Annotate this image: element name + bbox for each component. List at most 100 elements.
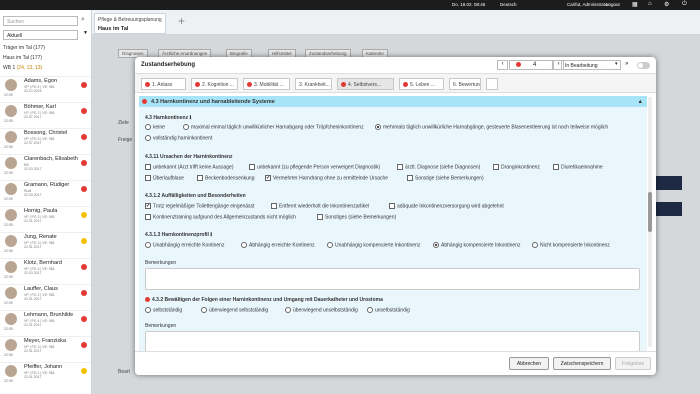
dialog-tab[interactable]: 6. Bewertung bbox=[449, 78, 481, 90]
settings-icon[interactable]: ⚙ bbox=[664, 1, 669, 8]
tree-house[interactable]: Haus im Tal (177) bbox=[3, 55, 42, 61]
option[interactable]: Entfernt wiederholt die Inkontinenzartik… bbox=[271, 203, 369, 209]
option[interactable]: adäquate Inkontinenzversorgung wird abge… bbox=[389, 203, 504, 209]
option[interactable]: Sonstige (siehe Bemerkungen) bbox=[407, 175, 484, 181]
radio-button[interactable] bbox=[145, 307, 151, 313]
option[interactable]: Diuretikaeinnahme bbox=[553, 164, 603, 170]
option[interactable]: selbstständig bbox=[145, 307, 182, 313]
search-icon[interactable]: ⌕ bbox=[81, 16, 85, 24]
checkbox[interactable] bbox=[249, 164, 255, 170]
search-input[interactable]: Suchen bbox=[3, 16, 78, 26]
resident-list-item[interactable]: Clarenbach, Elisabeth Elli 22.03.2017 22:05 bbox=[0, 154, 91, 176]
checkbox[interactable] bbox=[145, 214, 151, 220]
tree-ward[interactable]: WB 1 (24, 13, 13) bbox=[3, 65, 42, 71]
resident-list-item[interactable]: Bossong, Christel VP | PG 3 | VE: 981 22.0… bbox=[0, 128, 91, 150]
tab-care-planning[interactable]: Pflege & Betreuungsplanung Haus im Tal bbox=[94, 13, 166, 34]
add-tab-icon[interactable]: + bbox=[178, 14, 185, 28]
radio-button[interactable] bbox=[183, 124, 189, 130]
chevron-down-icon[interactable]: ▾ bbox=[615, 61, 618, 67]
resident-list-item[interactable]: Meyer, Franziska VP | PG 3 | VE: 981 22.01… bbox=[0, 336, 91, 358]
collapse-icon[interactable]: » bbox=[625, 61, 628, 67]
resident-list-item[interactable]: Jung, Renate VP | PG 3 | VE: 981 22.01.201… bbox=[0, 232, 91, 254]
radio-button[interactable] bbox=[367, 307, 373, 313]
filter-select[interactable]: Aktuell bbox=[3, 30, 78, 40]
option[interactable]: vollständig harninkontinent bbox=[145, 135, 212, 141]
option[interactable]: ✔ Vermehrter Harndrang ohne zu ermittelnd… bbox=[265, 175, 388, 181]
dialog-tab[interactable]: 1. Anlass bbox=[141, 78, 186, 90]
radio-button[interactable] bbox=[241, 242, 247, 248]
section-header[interactable]: 4.3 Harnkontinenz und harnableitende Sys… bbox=[139, 96, 647, 107]
resident-list-item[interactable]: Böhmer, Karl VP | PG 2 | VE: 981 22.07.201… bbox=[0, 102, 91, 124]
radio-button[interactable] bbox=[532, 242, 538, 248]
option[interactable]: unselbstständig bbox=[367, 307, 410, 313]
checkbox[interactable]: ✔ bbox=[145, 203, 151, 209]
radio-button[interactable] bbox=[327, 242, 333, 248]
dialog-tab[interactable]: 5. Leben ... bbox=[399, 78, 444, 90]
home-icon[interactable]: ⌂ bbox=[648, 1, 652, 7]
language[interactable]: Deutsch bbox=[500, 2, 517, 7]
checkbox[interactable] bbox=[317, 214, 323, 220]
option[interactable]: ärztl. Diagnose (siehe Diagnosen) bbox=[397, 164, 480, 170]
option[interactable]: ✔ Trotz regelmäßiger Toilettengänge einge… bbox=[145, 203, 254, 209]
checkbox[interactable]: ✔ bbox=[265, 175, 271, 181]
resident-list-item[interactable]: Gramann, Rüdiger Rudi 22.03.2017 22:05 bbox=[0, 180, 91, 202]
option[interactable]: maximal einmal täglich unwillkürlicher H… bbox=[183, 124, 364, 130]
logout-link[interactable]: Logout bbox=[606, 2, 620, 7]
info-icon[interactable]: ℹ bbox=[189, 115, 191, 121]
info-icon[interactable]: ℹ bbox=[210, 232, 212, 238]
option[interactable]: unbekannt (Arzt trifft keine Aussage) bbox=[145, 164, 234, 170]
radio-button[interactable] bbox=[145, 242, 151, 248]
cancel-button[interactable]: Abbrechen bbox=[509, 357, 549, 370]
resident-list-item[interactable]: Pfeiffer, Johann VP | PG 1 | VE: 981 22.01… bbox=[0, 362, 91, 384]
scrollbar[interactable] bbox=[648, 97, 652, 347]
prev-page-button[interactable]: ‹ bbox=[497, 60, 508, 70]
checkbox[interactable] bbox=[553, 164, 559, 170]
resident-list-item[interactable]: Klotz, Bernhard VP | PG 3 | VE: 981 22.03.… bbox=[0, 258, 91, 280]
option[interactable]: mehrmals täglich unwillkürliche Harnabgä… bbox=[375, 124, 608, 130]
toggle-switch[interactable] bbox=[637, 62, 650, 69]
radio-button[interactable] bbox=[145, 124, 151, 130]
tree-organisation[interactable]: Träger im Tal (177) bbox=[3, 45, 45, 51]
checkbox[interactable] bbox=[145, 164, 151, 170]
radio-button[interactable] bbox=[285, 307, 291, 313]
dialog-tab[interactable] bbox=[486, 78, 498, 90]
dialog-tab[interactable]: 2. Kognition ... bbox=[191, 78, 238, 90]
remarks-textarea[interactable] bbox=[145, 331, 640, 351]
status-select[interactable]: In Bearbeitung bbox=[561, 60, 621, 70]
remarks-textarea[interactable] bbox=[145, 268, 640, 290]
release-button[interactable]: Freigeben bbox=[615, 357, 651, 370]
resident-list-item[interactable]: Lauffer, Claus VP | PG 2 | VE: 981 22.01.2… bbox=[0, 284, 91, 306]
radio-button[interactable] bbox=[375, 124, 381, 130]
radio-button[interactable] bbox=[145, 135, 151, 141]
resident-list-item[interactable]: Lehmann, Brunhilde VP | PG 4 | VE: 981 22.… bbox=[0, 310, 91, 332]
filter-menu-icon[interactable]: ▼ bbox=[83, 30, 88, 36]
option[interactable]: Abhängig erreichte Kontinenz bbox=[241, 242, 315, 248]
dialog-tab[interactable]: 4. Selbstvers... bbox=[337, 78, 394, 90]
option[interactable]: keine bbox=[145, 124, 165, 130]
dialog-tab[interactable]: 3. Mobilität ... bbox=[243, 78, 290, 90]
resident-list-item[interactable]: Hornig, Paula VP | PG 3 | VE: 981 22.01.20… bbox=[0, 206, 91, 228]
option[interactable]: Dranginkontinenz bbox=[493, 164, 540, 170]
option[interactable]: Unabhängig kompensierte Inkontinenz bbox=[327, 242, 420, 248]
option[interactable]: unbekannt (zu pflegende Person verweiger… bbox=[249, 164, 380, 170]
checkbox[interactable] bbox=[197, 175, 203, 181]
dialog-tab[interactable]: 3. Krankheit... bbox=[295, 78, 332, 90]
checkbox[interactable] bbox=[145, 175, 151, 181]
option[interactable]: Nicht kompensierte Inkontinenz bbox=[532, 242, 610, 248]
option[interactable]: Kontinenztraining aufgrund des Allgemein… bbox=[145, 214, 296, 220]
save-draft-button[interactable]: Zwischenspeichern bbox=[553, 357, 611, 370]
checkbox[interactable] bbox=[271, 203, 277, 209]
checkbox[interactable] bbox=[493, 164, 499, 170]
radio-button[interactable] bbox=[433, 242, 439, 248]
option[interactable]: überwiegend unselbstständig bbox=[285, 307, 358, 313]
option[interactable]: Beckenbodensenkung bbox=[197, 175, 255, 181]
checkbox[interactable] bbox=[389, 203, 395, 209]
radio-button[interactable] bbox=[201, 307, 207, 313]
option[interactable]: Überlaufblase bbox=[145, 175, 184, 181]
option[interactable]: Abhängig kompensierte Inkontinenz bbox=[433, 242, 521, 248]
option[interactable]: Unabhängig erreichte Kontinenz bbox=[145, 242, 224, 248]
option[interactable]: Sonstiges (siehe Bemerkungen) bbox=[317, 214, 396, 220]
checkbox[interactable] bbox=[407, 175, 413, 181]
calendar-icon[interactable]: ▦ bbox=[632, 1, 638, 8]
resident-list-item[interactable]: Adams, Egon VP | PG 4 | VE: 981 22.10.2024… bbox=[0, 76, 91, 98]
